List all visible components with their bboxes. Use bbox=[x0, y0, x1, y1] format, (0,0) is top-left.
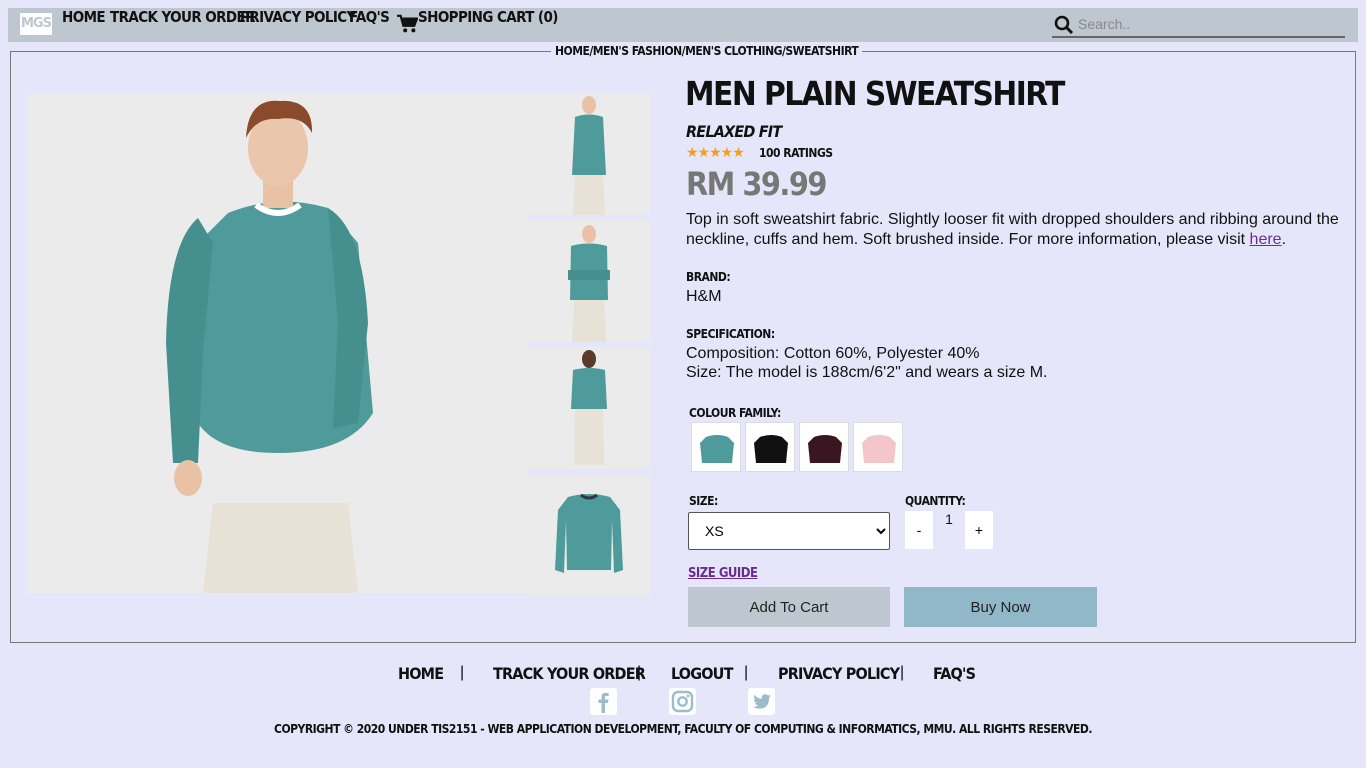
colour-swatch-black[interactable] bbox=[745, 422, 795, 472]
spec-label: SPECIFICATION: bbox=[686, 327, 775, 341]
nav-shopping-cart[interactable]: SHOPPING CART (0) bbox=[418, 8, 558, 42]
product-title: MEN PLAIN SWEATSHIRT bbox=[685, 74, 1065, 113]
instagram-icon[interactable] bbox=[669, 688, 696, 715]
footer-separator: | bbox=[460, 664, 465, 681]
quantity-decrease-button[interactable]: - bbox=[905, 511, 933, 549]
ratings-count: 100 RATINGS bbox=[759, 146, 833, 160]
description-text: Top in soft sweatshirt fabric. Slightly … bbox=[686, 211, 1339, 248]
top-nav: MGS HOME TRACK YOUR ORDER PRIVACY POLICY… bbox=[8, 8, 1358, 42]
search-input[interactable] bbox=[1078, 14, 1338, 34]
footer-separator: | bbox=[637, 664, 642, 681]
twitter-icon[interactable] bbox=[748, 688, 775, 715]
copyright-text: COPYRIGHT © 2020 UNDER TIS2151 - WEB APP… bbox=[274, 722, 1092, 736]
nav-faqs[interactable]: FAQ'S bbox=[349, 8, 390, 42]
thumbnail-4[interactable] bbox=[528, 475, 650, 597]
product-fit: RELAXED FIT bbox=[686, 122, 782, 141]
thumbnail-3[interactable] bbox=[528, 347, 650, 469]
add-to-cart-button[interactable]: Add To Cart bbox=[688, 587, 890, 627]
product-price: RM 39.99 bbox=[686, 165, 827, 203]
quantity-increase-button[interactable]: + bbox=[965, 511, 993, 549]
search-icon[interactable] bbox=[1054, 15, 1074, 35]
brand-label: BRAND: bbox=[686, 270, 731, 284]
cart-icon[interactable] bbox=[396, 14, 418, 34]
rating-stars: ★★★★★ bbox=[686, 144, 745, 160]
thumbnail-2[interactable] bbox=[528, 220, 650, 342]
size-select[interactable]: XS bbox=[688, 512, 890, 550]
colour-swatch-burgundy[interactable] bbox=[799, 422, 849, 472]
footer-track-order[interactable]: TRACK YOUR ORDER bbox=[493, 664, 646, 683]
size-guide-link[interactable]: SIZE GUIDE bbox=[688, 566, 758, 581]
footer-home[interactable]: HOME bbox=[398, 664, 444, 683]
footer-faqs[interactable]: FAQ'S bbox=[933, 664, 976, 683]
more-info-link[interactable]: here bbox=[1250, 231, 1282, 248]
nav-home[interactable]: HOME bbox=[62, 8, 106, 42]
product-description: Top in soft sweatshirt fabric. Slightly … bbox=[686, 211, 1339, 248]
footer-logout[interactable]: LOGOUT bbox=[671, 664, 733, 683]
breadcrumb[interactable]: HOME/MEN'S FASHION/MEN'S CLOTHING/SWEATS… bbox=[551, 44, 863, 58]
footer-separator: | bbox=[744, 664, 749, 681]
footer-separator: | bbox=[900, 664, 905, 681]
brand-value: H&M bbox=[686, 288, 722, 305]
colour-label: COLOUR FAMILY: bbox=[689, 406, 781, 420]
nav-privacy-policy[interactable]: PRIVACY POLICY bbox=[240, 8, 356, 42]
spec-composition: Composition: Cotton 60%, Polyester 40% bbox=[686, 345, 980, 362]
colour-swatch-teal[interactable] bbox=[691, 422, 741, 472]
thumbnail-1[interactable] bbox=[528, 93, 650, 215]
quantity-value[interactable]: 1 bbox=[934, 511, 964, 549]
footer-privacy-policy[interactable]: PRIVACY POLICY bbox=[778, 664, 900, 683]
site-logo[interactable]: MGS bbox=[20, 13, 52, 35]
product-section: HOME/MEN'S FASHION/MEN'S CLOTHING/SWEATS… bbox=[10, 44, 1356, 643]
buy-now-button[interactable]: Buy Now bbox=[904, 587, 1097, 627]
facebook-icon[interactable] bbox=[590, 688, 617, 715]
product-main-image bbox=[28, 93, 528, 593]
nav-track-order[interactable]: TRACK YOUR ORDER bbox=[110, 8, 256, 42]
size-label: SIZE: bbox=[689, 494, 718, 508]
quantity-label: QUANTITY: bbox=[905, 494, 966, 508]
spec-size: Size: The model is 188cm/6'2" and wears … bbox=[686, 364, 1048, 381]
colour-swatch-pink[interactable] bbox=[853, 422, 903, 472]
search-bar bbox=[1052, 12, 1345, 38]
